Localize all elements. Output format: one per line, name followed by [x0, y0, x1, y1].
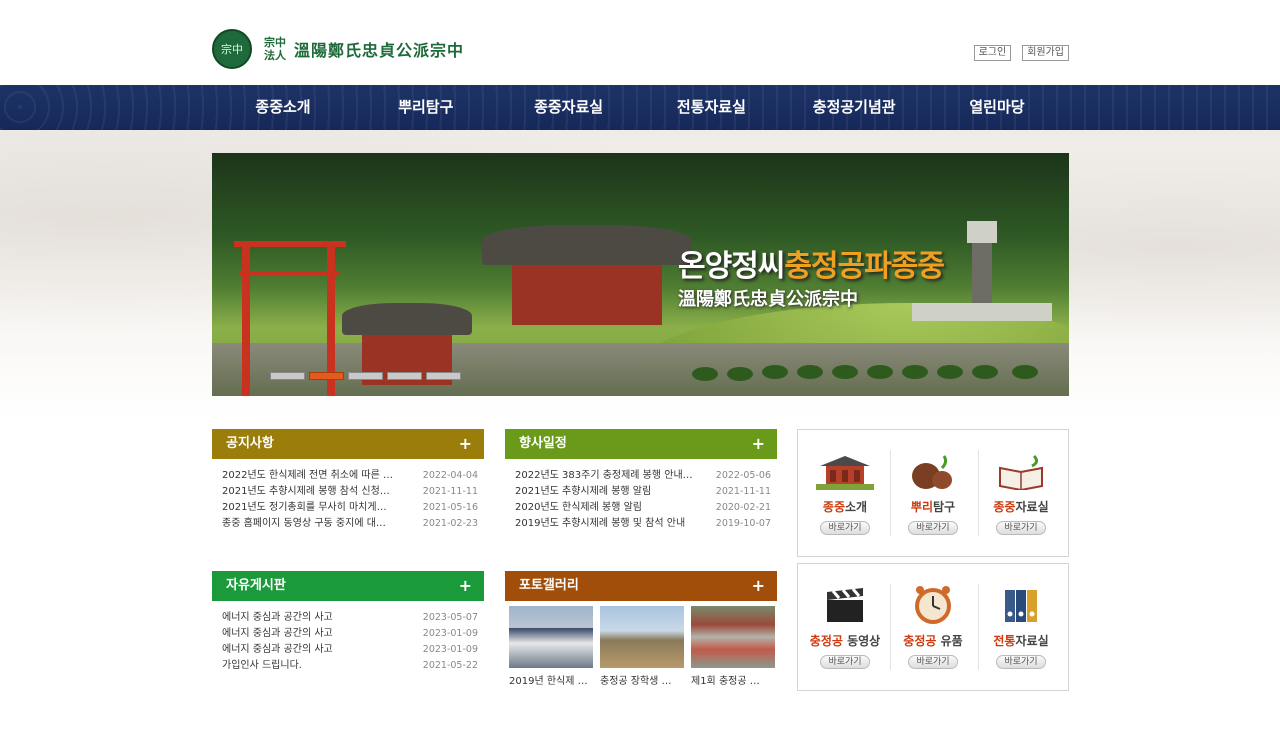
events-board-title: 향사일정 — [519, 436, 567, 451]
shrub — [867, 365, 893, 379]
shrub — [727, 367, 753, 381]
list-item[interactable]: 에너지 중심과 공간의 사고 2023-05-07 — [222, 610, 478, 626]
hall-icon — [815, 450, 875, 490]
login-button[interactable]: 로그인 — [973, 45, 1012, 61]
notice-board-header[interactable]: 공지사항 + — [212, 429, 484, 459]
quick-links-bottom: 충정공 동영상 바로가기 충정공 유품 바로가기 전통자료실 바로가기 — [797, 563, 1069, 691]
pots-icon — [903, 450, 963, 490]
gallery-photo — [600, 606, 684, 668]
list-item[interactable]: 2021년도 정기총회를 무사히 마치게… 2021-05-16 — [222, 500, 478, 516]
slide-dot-3[interactable] — [348, 372, 383, 380]
free-board-title: 자유게시판 — [226, 578, 286, 593]
logo-sub-text: 宗中法人 — [264, 36, 286, 62]
slide-dot-5[interactable] — [426, 372, 461, 380]
shortcut-button[interactable]: 바로가기 — [996, 521, 1046, 535]
quick-link-clan-intro[interactable]: 종중소개 바로가기 — [802, 430, 891, 556]
list-item[interactable]: 2019년도 추향시제례 봉행 및 참석 안내 2019-10-07 — [515, 516, 771, 532]
nav-item-clan-intro[interactable]: 종중소개 — [212, 85, 354, 130]
list-item[interactable]: 에너지 중심과 공간의 사고 2023-01-09 — [222, 626, 478, 642]
shrub — [937, 365, 963, 379]
quick-link-video[interactable]: 충정공 동영상 바로가기 — [802, 564, 891, 690]
quick-link-clan-archive[interactable]: 종중자료실 바로가기 — [978, 430, 1064, 556]
shrub — [1012, 365, 1038, 379]
hall-roof — [482, 225, 692, 265]
events-board: 향사일정 + 2022년도 383주기 충정제례 봉행 안내… 2022-05-0… — [505, 429, 777, 532]
main-nav: 종중소개 뿌리탐구 종중자료실 전통자료실 충정공기념관 열린마당 — [0, 85, 1280, 130]
shortcut-button[interactable]: 바로가기 — [908, 521, 958, 535]
shrub — [692, 367, 718, 381]
top-links: 로그인 회원가입 — [973, 45, 1069, 61]
list-item[interactable]: 2022년도 383주기 충정제례 봉행 안내… 2022-05-06 — [515, 468, 771, 484]
shrub — [797, 365, 823, 379]
shrub — [972, 365, 998, 379]
gate-post-left — [242, 243, 250, 396]
stele-cap — [967, 221, 997, 243]
banner-title: 온양정씨충정공파종중 — [678, 249, 945, 284]
nav-item-tradition-archive[interactable]: 전통자료실 — [640, 85, 782, 130]
nav-item-memorial-hall[interactable]: 충정공기념관 — [783, 85, 925, 130]
nav-item-open-forum[interactable]: 열린마당 — [926, 85, 1068, 130]
shortcut-button[interactable]: 바로가기 — [908, 655, 958, 669]
clock-icon — [903, 584, 963, 624]
quick-links-top: 종중소개 바로가기 뿌리탐구 바로가기 종중자료실 바로가기 — [797, 429, 1069, 557]
gate-mid-beam — [240, 271, 340, 276]
slide-dot-2[interactable] — [309, 372, 344, 380]
header: 宗中 宗中法人 溫陽鄭氏忠貞公派宗中 로그인 회원가입 — [0, 0, 1280, 85]
gallery-item[interactable]: 2019년 한식제 … — [509, 606, 593, 687]
free-more-icon[interactable]: + — [459, 571, 472, 601]
events-board-header[interactable]: 향사일정 + — [505, 429, 777, 459]
book-icon — [991, 450, 1051, 490]
gallery-photo — [509, 606, 593, 668]
gallery-title: 포토갤러리 — [519, 578, 579, 593]
quick-link-relics[interactable]: 충정공 유품 바로가기 — [890, 564, 979, 690]
banner-subtitle: 溫陽鄭氏忠貞公派宗中 — [678, 289, 858, 310]
free-board: 자유게시판 + 에너지 중심과 공간의 사고 2023-05-07 에너지 중심과… — [212, 571, 484, 674]
shortcut-button[interactable]: 바로가기 — [996, 655, 1046, 669]
events-more-icon[interactable]: + — [752, 429, 765, 459]
gallery-item[interactable]: 제1회 충정공 … — [691, 606, 775, 687]
list-item[interactable]: 가입인사 드립니다. 2021-05-22 — [222, 658, 478, 674]
gallery-more-icon[interactable]: + — [752, 571, 765, 601]
site-logo[interactable]: 宗中 宗中法人 溫陽鄭氏忠貞公派宗中 — [212, 29, 464, 69]
shortcut-button[interactable]: 바로가기 — [820, 521, 870, 535]
shrub — [832, 365, 858, 379]
quick-link-roots[interactable]: 뿌리탐구 바로가기 — [890, 430, 979, 556]
gate-top-beam — [234, 241, 346, 247]
notice-more-icon[interactable]: + — [459, 429, 472, 459]
list-item[interactable]: 2021년도 추향시제례 봉행 참석 신청… 2021-11-11 — [222, 484, 478, 500]
shortcut-button[interactable]: 바로가기 — [820, 655, 870, 669]
list-item[interactable]: 2022년도 한식제례 전면 취소에 따른 … 2022-04-04 — [222, 468, 478, 484]
nav-item-clan-archive[interactable]: 종중자료실 — [498, 85, 640, 130]
list-item[interactable]: 2021년도 추향시제례 봉행 알림 2021-11-11 — [515, 484, 771, 500]
main-banner[interactable]: 온양정씨충정공파종중 溫陽鄭氏忠貞公派宗中 — [212, 153, 1069, 396]
gatehouse-roof — [342, 303, 472, 335]
free-board-header[interactable]: 자유게시판 + — [212, 571, 484, 601]
photo-gallery: 포토갤러리 + 2019년 한식제 … 충정공 장학생 … 제1회 충정공 … — [505, 571, 777, 687]
binders-icon — [991, 584, 1051, 624]
slide-dot-4[interactable] — [387, 372, 422, 380]
list-item[interactable]: 에너지 중심과 공간의 사고 2023-01-09 — [222, 642, 478, 658]
shrub — [762, 365, 788, 379]
gallery-item[interactable]: 충정공 장학생 … — [600, 606, 684, 687]
logo-name-text: 溫陽鄭氏忠貞公派宗中 — [294, 41, 465, 60]
list-item[interactable]: 종중 홈페이지 동영상 구동 중지에 대… 2021-02-23 — [222, 516, 478, 532]
logo-emblem-icon: 宗中 — [212, 29, 252, 69]
clapper-icon — [815, 584, 875, 624]
hall-wall — [512, 265, 662, 325]
gallery-header[interactable]: 포토갤러리 + — [505, 571, 777, 601]
slide-dot-1[interactable] — [270, 372, 305, 380]
stele-fence — [912, 303, 1052, 321]
nav-item-roots[interactable]: 뿌리탐구 — [355, 85, 497, 130]
shrub — [902, 365, 928, 379]
quick-link-tradition-archive[interactable]: 전통자료실 바로가기 — [978, 564, 1064, 690]
notice-board: 공지사항 + 2022년도 한식제례 전면 취소에 따른 … 2022-04-04… — [212, 429, 484, 532]
slide-indicators — [270, 372, 461, 380]
notice-board-title: 공지사항 — [226, 436, 274, 451]
gallery-photo — [691, 606, 775, 668]
list-item[interactable]: 2020년도 한식제례 봉행 알림 2020-02-21 — [515, 500, 771, 516]
signup-button[interactable]: 회원가입 — [1022, 45, 1069, 61]
